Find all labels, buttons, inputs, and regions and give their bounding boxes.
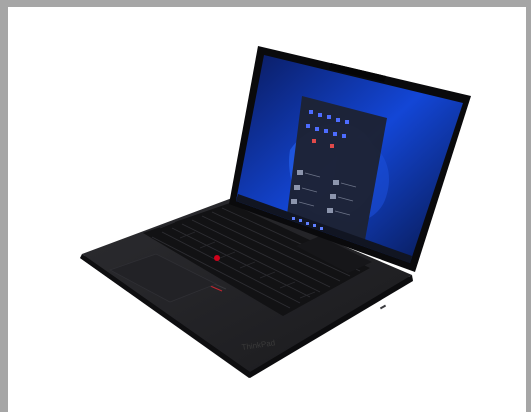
side-port <box>379 304 387 310</box>
laptop-photo: ThinkPad <box>80 46 471 378</box>
trackpoint <box>214 255 220 261</box>
